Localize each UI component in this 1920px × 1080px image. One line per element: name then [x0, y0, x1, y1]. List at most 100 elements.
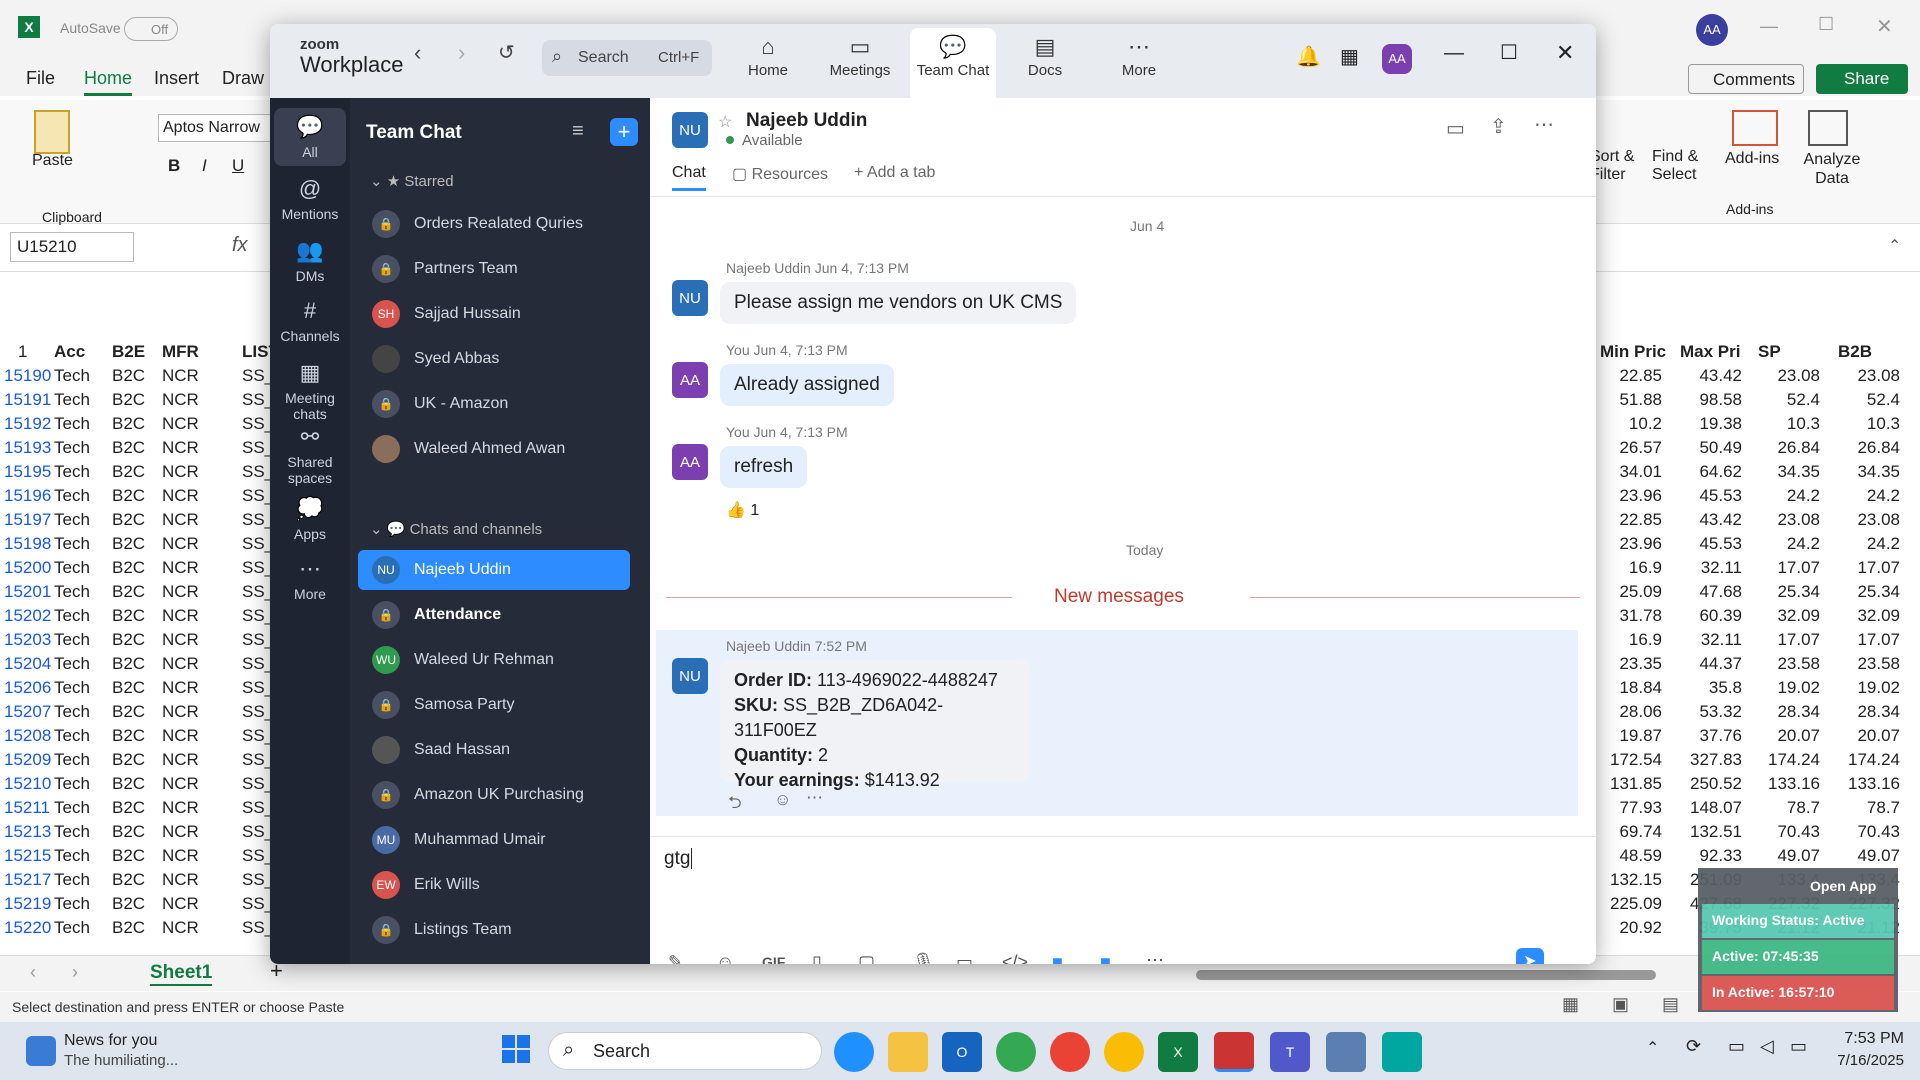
excel-taskbar-icon[interactable]: X — [1158, 1032, 1198, 1072]
paste-icon[interactable] — [34, 110, 70, 154]
maximize-icon[interactable]: ☐ — [1500, 40, 1518, 65]
chrome-profile-icon[interactable] — [1050, 1032, 1090, 1072]
cell[interactable]: 24.2 — [1758, 532, 1820, 556]
cell[interactable]: NCR — [162, 484, 199, 508]
menu-insert[interactable]: Insert — [154, 68, 199, 89]
excel-avatar[interactable]: AA — [1696, 14, 1728, 46]
cell[interactable]: Tech — [54, 916, 90, 940]
cell[interactable]: 24.2 — [1838, 532, 1900, 556]
message-bubble[interactable]: refresh — [720, 446, 808, 488]
rail-more[interactable]: ⋯ More — [270, 556, 350, 602]
cell[interactable]: Tech — [54, 700, 90, 724]
cell[interactable]: 132.51 — [1680, 820, 1742, 844]
expand-formula-icon[interactable]: ⌃ — [1888, 236, 1901, 256]
cell[interactable]: NCR — [162, 820, 199, 844]
rail-dms[interactable]: 👥 DMs — [270, 238, 350, 284]
cell[interactable]: 20.07 — [1838, 724, 1900, 748]
send-button[interactable]: ➤ — [1516, 948, 1544, 964]
tab-more[interactable]: ⋯ More — [1096, 34, 1182, 79]
row-number[interactable]: 15191 — [4, 388, 51, 412]
column-header[interactable]: SP — [1758, 340, 1781, 364]
message-more-icon[interactable]: ⋯ — [806, 788, 823, 808]
tab-chat[interactable]: Chat — [672, 164, 706, 191]
sheet-prev-icon[interactable]: ‹ — [30, 962, 36, 983]
bell-icon[interactable]: 🔔 — [1296, 44, 1321, 69]
cell[interactable]: 77.93 — [1600, 796, 1662, 820]
cell[interactable]: 172.54 — [1600, 748, 1662, 772]
cell[interactable]: 23.96 — [1600, 532, 1662, 556]
cell[interactable]: 19.38 — [1680, 412, 1742, 436]
cell[interactable]: B2C — [112, 724, 145, 748]
cell[interactable]: 22.85 — [1600, 364, 1662, 388]
sort-filter-label[interactable]: Sort & Filter — [1590, 148, 1660, 184]
cell[interactable]: 20.07 — [1758, 724, 1820, 748]
cell[interactable]: 45.53 — [1680, 484, 1742, 508]
autosave-toggle[interactable]: Off — [124, 17, 178, 41]
cell[interactable]: 60.39 — [1680, 604, 1742, 628]
cell[interactable]: Tech — [54, 484, 90, 508]
cell[interactable]: Tech — [54, 892, 90, 916]
cell[interactable]: Tech — [54, 508, 90, 532]
chrome-profile2-icon[interactable] — [1104, 1032, 1144, 1072]
chat-list-item[interactable]: 🔒 Orders Realated Quries — [358, 204, 630, 244]
row-number[interactable]: 15215 — [4, 844, 51, 868]
message-avatar[interactable]: AA — [672, 362, 708, 398]
cell[interactable]: 45.53 — [1680, 532, 1742, 556]
cell[interactable]: Tech — [54, 604, 90, 628]
message-avatar[interactable]: NU — [672, 280, 708, 316]
video-call-icon[interactable]: ▭ — [1446, 116, 1465, 141]
cell[interactable]: 34.35 — [1758, 460, 1820, 484]
cell[interactable]: 52.4 — [1838, 388, 1900, 412]
zoom-taskbar-icon[interactable] — [1214, 1032, 1254, 1072]
cell[interactable]: 32.09 — [1758, 604, 1820, 628]
zoom-avatar[interactable]: AA — [1382, 44, 1412, 74]
share-button[interactable]: Share — [1816, 64, 1908, 94]
cell[interactable]: 49.07 — [1758, 844, 1820, 868]
cell[interactable]: 23.58 — [1838, 652, 1900, 676]
cell[interactable]: Tech — [54, 388, 90, 412]
news-icon[interactable] — [26, 1036, 56, 1066]
cell[interactable]: 225.09 — [1600, 892, 1662, 916]
cell[interactable]: 70.43 — [1838, 820, 1900, 844]
minimize-icon[interactable]: — — [1760, 16, 1778, 37]
row-number[interactable]: 15217 — [4, 868, 51, 892]
cell[interactable]: 43.42 — [1680, 508, 1742, 532]
cell[interactable]: 53.32 — [1680, 700, 1742, 724]
chat-list-item[interactable]: Waleed Ahmed Awan — [358, 429, 630, 469]
chat-list-item[interactable]: 🔒 Amazon UK Purchasing — [358, 775, 630, 815]
cell[interactable]: Tech — [54, 460, 90, 484]
addins-icon[interactable] — [1732, 110, 1778, 146]
cell[interactable]: Tech — [54, 676, 90, 700]
code-icon[interactable]: </> — [1002, 952, 1028, 964]
name-box[interactable]: U15210 — [10, 232, 134, 262]
zoom-search[interactable]: ⌕ Search Ctrl+F — [542, 40, 712, 76]
row-number[interactable]: 15213 — [4, 820, 51, 844]
file-icon[interactable]: ▯ — [812, 952, 822, 964]
cell[interactable]: 132.15 — [1600, 868, 1662, 892]
cell[interactable]: 131.85 — [1600, 772, 1662, 796]
chat-list-item[interactable]: 🔒 Partners Team — [358, 249, 630, 289]
cell[interactable]: 19.87 — [1600, 724, 1662, 748]
row-number[interactable]: 15208 — [4, 724, 51, 748]
cell[interactable]: 98.58 — [1680, 388, 1742, 412]
cell[interactable]: 23.58 — [1758, 652, 1820, 676]
row-number[interactable]: 15203 — [4, 628, 51, 652]
news-title[interactable]: News for you — [64, 1032, 157, 1050]
edge-icon[interactable] — [834, 1032, 874, 1072]
row-number[interactable]: 15220 — [4, 916, 51, 940]
cell[interactable]: NCR — [162, 916, 199, 940]
cell[interactable]: 28.34 — [1838, 700, 1900, 724]
cell[interactable]: NCR — [162, 604, 199, 628]
menu-draw[interactable]: Draw — [222, 68, 264, 89]
gif-icon[interactable]: GIF — [762, 954, 785, 964]
cell[interactable]: 92.33 — [1680, 844, 1742, 868]
cell[interactable]: 23.08 — [1838, 508, 1900, 532]
compose-input[interactable]: gtg — [664, 848, 1564, 884]
cell[interactable]: 47.68 — [1680, 580, 1742, 604]
italic-icon[interactable]: I — [202, 156, 207, 176]
cell[interactable]: 24.2 — [1838, 484, 1900, 508]
cell[interactable]: 44.37 — [1680, 652, 1742, 676]
fx-icon[interactable]: fx — [232, 234, 248, 257]
cell[interactable]: NCR — [162, 532, 199, 556]
row-number[interactable]: 15207 — [4, 700, 51, 724]
